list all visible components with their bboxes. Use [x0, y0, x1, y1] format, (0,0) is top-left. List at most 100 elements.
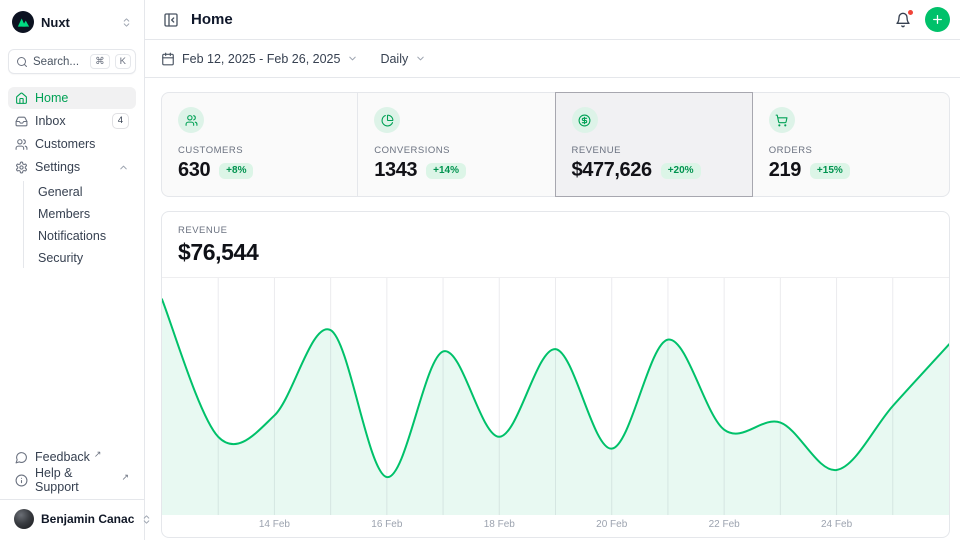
- stat-delta-badge: +8%: [219, 163, 253, 179]
- user-avatar: [14, 509, 34, 529]
- chevrons-up-down-icon: [121, 17, 132, 28]
- stat-label: REVENUE: [572, 145, 736, 156]
- x-tick-label: 14 Feb: [259, 519, 290, 530]
- sidebar-item-members[interactable]: Members: [24, 203, 136, 224]
- shopping-cart-icon: [769, 107, 795, 133]
- notifications-button[interactable]: [893, 10, 913, 30]
- sidebar-item-security[interactable]: Security: [24, 247, 136, 268]
- info-icon: [15, 474, 28, 487]
- nuxt-logo-icon: [12, 11, 34, 33]
- user-menu[interactable]: Benjamin Canac: [8, 506, 136, 532]
- stat-delta-badge: +20%: [661, 163, 701, 179]
- help-support-link[interactable]: Help & Support ↗: [8, 469, 136, 491]
- chart-title: REVENUE: [178, 225, 933, 236]
- revenue-area-chart: [162, 278, 949, 515]
- users-icon: [15, 138, 28, 151]
- team-name: Nuxt: [41, 15, 114, 30]
- chevron-down-icon: [347, 53, 358, 64]
- sidebar-item-settings[interactable]: Settings: [8, 156, 136, 178]
- chart-pie-icon: [374, 107, 400, 133]
- stat-value: $477,626: [572, 159, 652, 182]
- stat-label: CUSTOMERS: [178, 145, 341, 156]
- stat-value: 219: [769, 159, 801, 182]
- external-link-icon: ↗: [121, 472, 129, 483]
- header-actions: [893, 7, 950, 32]
- calendar-icon: [161, 52, 175, 66]
- stat-value: 1343: [374, 159, 417, 182]
- stat-value: 630: [178, 159, 210, 182]
- sidebar-item-inbox[interactable]: Inbox 4: [8, 110, 136, 132]
- chart-x-axis: 14 Feb 16 Feb 18 Feb 20 Feb 22 Feb 24 Fe…: [162, 515, 949, 537]
- sub-item-label: Members: [38, 207, 90, 221]
- sidebar-item-label: Customers: [35, 137, 129, 151]
- chart-current-value: $76,544: [178, 239, 933, 266]
- main-area: Home Feb 12, 2025 - Feb 26, 2025: [145, 0, 960, 540]
- stat-delta-badge: +14%: [426, 163, 466, 179]
- search-placeholder: Search...: [33, 56, 85, 68]
- sidebar-item-general[interactable]: General: [24, 181, 136, 202]
- app-window: Nuxt Search... ⌘ K Home: [0, 0, 960, 540]
- stat-label: CONVERSIONS: [374, 145, 538, 156]
- settings-subnav: General Members Notifications Security: [23, 181, 136, 268]
- collapse-sidebar-button[interactable]: [161, 10, 181, 30]
- filter-toolbar: Feb 12, 2025 - Feb 26, 2025 Daily: [145, 40, 960, 78]
- top-header: Home: [145, 0, 960, 40]
- notification-dot: [907, 9, 914, 16]
- sidebar-item-customers[interactable]: Customers: [8, 133, 136, 155]
- team-switcher[interactable]: Nuxt: [8, 8, 136, 36]
- users-icon: [178, 107, 204, 133]
- dashboard-content: CUSTOMERS 630 +8% CONVERSIONS 1343 +14%: [145, 78, 960, 540]
- revenue-chart-card: REVENUE $76,544 14 Feb 16 Feb 18 Feb 20 …: [161, 211, 950, 538]
- stat-card-orders[interactable]: ORDERS 219 +15%: [752, 92, 950, 197]
- add-button[interactable]: [925, 7, 950, 32]
- sidebar-spacer: [8, 270, 136, 446]
- sidebar-item-label: Inbox: [35, 114, 105, 128]
- message-circle-icon: [15, 451, 28, 464]
- x-tick-label: 18 Feb: [484, 519, 515, 530]
- chevron-down-icon: [415, 53, 426, 64]
- inbox-count-badge: 4: [112, 113, 129, 128]
- stat-label: ORDERS: [769, 145, 933, 156]
- sub-item-label: General: [38, 185, 82, 199]
- chart-plot-area[interactable]: [162, 277, 949, 515]
- sidebar: Nuxt Search... ⌘ K Home: [0, 0, 145, 540]
- sub-item-label: Notifications: [38, 229, 106, 243]
- external-link-icon: ↗: [94, 449, 102, 460]
- x-tick-label: 22 Feb: [709, 519, 740, 530]
- search-input[interactable]: Search... ⌘ K: [8, 49, 136, 74]
- chevron-up-icon: [118, 162, 129, 173]
- sidebar-item-label: Settings: [35, 160, 111, 174]
- sidebar-item-label: Home: [35, 91, 129, 105]
- sidebar-item-home[interactable]: Home: [8, 87, 136, 109]
- feedback-link[interactable]: Feedback ↗: [8, 446, 136, 468]
- chart-header: REVENUE $76,544: [162, 212, 949, 277]
- sidebar-item-notifications[interactable]: Notifications: [24, 225, 136, 246]
- sidebar-nav: Home Inbox 4 Customers Settings: [8, 87, 136, 270]
- date-range-label: Feb 12, 2025 - Feb 26, 2025: [182, 52, 340, 66]
- footer-link-label: Feedback: [35, 450, 90, 464]
- x-tick-label: 20 Feb: [596, 519, 627, 530]
- sub-item-label: Security: [38, 251, 83, 265]
- search-icon: [16, 56, 28, 68]
- stat-card-revenue[interactable]: REVENUE $477,626 +20%: [555, 92, 753, 197]
- sidebar-footer: Feedback ↗ Help & Support ↗: [8, 446, 136, 491]
- footer-link-label: Help & Support: [35, 466, 117, 494]
- stats-row: CUSTOMERS 630 +8% CONVERSIONS 1343 +14%: [161, 92, 950, 197]
- sidebar-divider: [0, 499, 144, 500]
- page-title: Home: [191, 11, 233, 28]
- x-tick-label: 16 Feb: [371, 519, 402, 530]
- date-range-picker[interactable]: Feb 12, 2025 - Feb 26, 2025: [161, 52, 358, 66]
- inbox-icon: [15, 115, 28, 128]
- kbd-meta: ⌘: [90, 54, 110, 69]
- user-name: Benjamin Canac: [41, 512, 134, 526]
- x-tick-label: 24 Feb: [821, 519, 852, 530]
- stat-card-conversions[interactable]: CONVERSIONS 1343 +14%: [357, 92, 555, 197]
- circle-dollar-icon: [572, 107, 598, 133]
- stat-delta-badge: +15%: [810, 163, 850, 179]
- stat-card-customers[interactable]: CUSTOMERS 630 +8%: [161, 92, 358, 197]
- gear-icon: [15, 161, 28, 174]
- granularity-select[interactable]: Daily: [380, 52, 426, 66]
- home-icon: [15, 92, 28, 105]
- granularity-label: Daily: [380, 52, 408, 66]
- kbd-k: K: [115, 54, 131, 69]
